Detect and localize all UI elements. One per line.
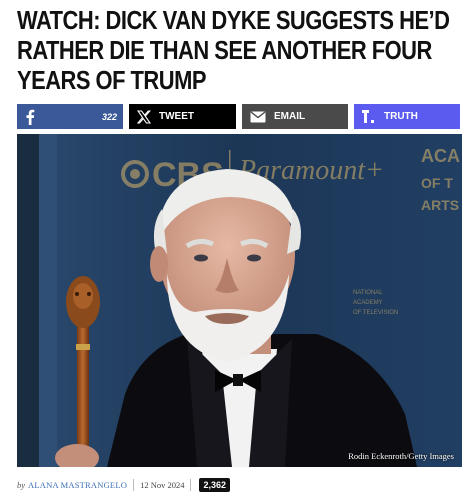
photo-credit: Rodin Eckenroth/Getty Images (348, 451, 454, 461)
tweet-label: TWEET (159, 111, 194, 122)
svg-text:NATIONAL: NATIONAL (353, 290, 383, 296)
author-link[interactable]: ALANA MASTRANGELO (28, 480, 127, 490)
share-bar: 322 TWEET EMAIL TRUTH (17, 104, 462, 129)
svg-text:ARTS: ARTS (421, 197, 459, 213)
facebook-icon (25, 109, 35, 125)
comment-count-badge[interactable]: 2,362 (199, 478, 230, 492)
article-headline: WATCH: DICK VAN DYKE SUGGESTS HE’D RATHE… (17, 7, 450, 95)
truth-social-icon (362, 110, 376, 123)
svg-text:ACA: ACA (421, 146, 460, 166)
svg-text:OF T: OF T (421, 175, 453, 191)
facebook-share-button[interactable]: 322 (17, 104, 123, 129)
truth-label: TRUTH (384, 111, 418, 122)
email-share-button[interactable]: EMAIL (242, 104, 348, 129)
byline-prefix: by (17, 480, 26, 490)
byline-divider (133, 479, 135, 491)
photo-illustration: CBS Paramount+ ACA OF T ARTS NATIONAL AC… (17, 134, 462, 467)
svg-text:ACADEMY: ACADEMY (353, 300, 383, 306)
facebook-share-count: 322 (101, 111, 117, 122)
tweet-button[interactable]: TWEET (129, 104, 236, 129)
byline-divider (190, 479, 192, 491)
svg-text:OF TELEVISION: OF TELEVISION (353, 310, 398, 316)
publish-date: 12 Nov 2024 (140, 480, 185, 490)
email-label: EMAIL (274, 111, 306, 122)
truth-share-button[interactable]: TRUTH (354, 104, 460, 129)
article-photo: CBS Paramount+ ACA OF T ARTS NATIONAL AC… (17, 134, 462, 467)
x-icon (137, 109, 151, 124)
envelope-icon (250, 110, 266, 123)
byline: by ALANA MASTRANGELO 12 Nov 2024 2,362 (17, 477, 230, 493)
